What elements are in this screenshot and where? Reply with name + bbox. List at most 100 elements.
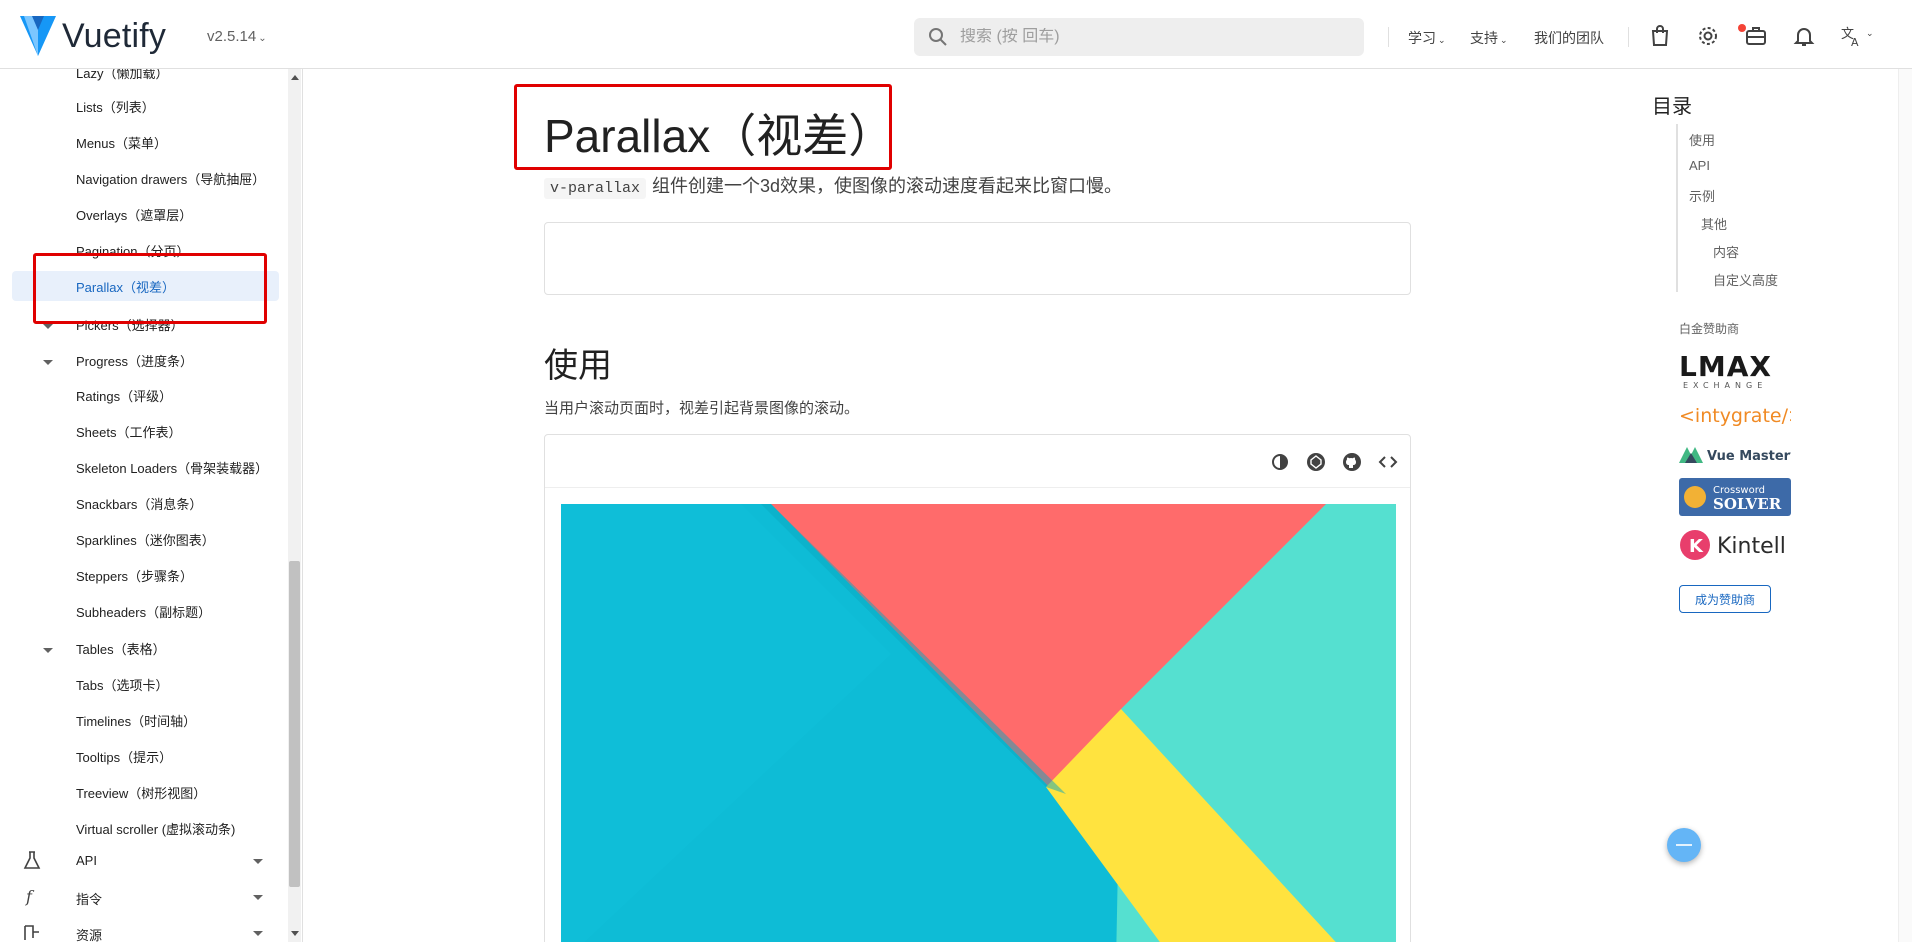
toc-item-usage[interactable]: 使用 (1689, 130, 1715, 149)
toc-item-api[interactable]: API (1689, 158, 1710, 173)
search-icon (929, 28, 947, 46)
page-description: v-parallax 组件创建一个3d效果，使图像的滚动速度看起来比窗口慢。 (544, 172, 1123, 199)
sidebar-item-lists[interactable]: Lists（列表） (76, 97, 155, 116)
sidebar-item-lazy[interactable]: Lazy（懒加载） (76, 69, 168, 82)
nav-team-label: 我们的团队 (1534, 30, 1604, 46)
sidebar-item-overlays[interactable]: Overlays（遮罩层） (76, 205, 192, 224)
svg-text:f: f (25, 887, 35, 906)
fab-icon (1676, 844, 1692, 846)
scroll-up-arrow-icon[interactable] (291, 75, 299, 80)
svg-text:A: A (1851, 36, 1859, 48)
caret-down-icon[interactable] (43, 324, 53, 329)
intygrate-logo: <intygrate/> (1679, 405, 1804, 427)
chevron-down-icon: ⌄ (258, 33, 267, 44)
chevron-down-icon[interactable]: ⌄ (1866, 28, 1874, 39)
sidebar-item-ratings[interactable]: Ratings（评级） (76, 386, 172, 405)
invert-colors-icon[interactable] (1269, 451, 1291, 473)
become-sponsor-button[interactable]: 成为赞助商 (1679, 585, 1771, 613)
sidebar-item-steppers[interactable]: Steppers（步骤条） (76, 566, 193, 585)
svg-text:K: K (1689, 536, 1704, 557)
divider (1388, 27, 1389, 47)
codepen-icon[interactable] (1305, 451, 1327, 473)
solver-logo-text: SOLVER (1713, 495, 1782, 513)
sidebar-item-progress[interactable]: Progress（进度条） (76, 351, 193, 370)
intygrate-logo-text: <intygrate/> (1679, 405, 1791, 427)
shopping-bag-icon[interactable] (1648, 24, 1672, 48)
sponsor-vue-mastery[interactable]: Vue Mastery (1679, 443, 1799, 472)
sidebar-item-snackbars[interactable]: Snackbars（消息条） (76, 494, 202, 513)
jobs-icon[interactable] (1744, 24, 1768, 48)
annotation-box-sidebar (33, 253, 267, 324)
gear-icon[interactable] (1696, 24, 1720, 48)
translate-icon[interactable]: 文 A (1840, 24, 1864, 48)
parallax-image (561, 504, 1396, 942)
nav-learn-label: 学习 (1408, 30, 1436, 46)
sidebar-item-subheaders[interactable]: Subheaders（副标题） (76, 602, 211, 621)
sidebar-item-sparklines[interactable]: Sparklines（迷你图表） (76, 530, 215, 549)
page-scrollbar[interactable] (1898, 69, 1912, 942)
resources-icon (24, 925, 39, 940)
vuetify-logo[interactable]: Vuetify (20, 14, 166, 58)
sponsor-crossword-solver[interactable]: Crossword SOLVER (1679, 478, 1791, 521)
sponsor-intygrate[interactable]: <intygrate/> (1679, 403, 1804, 434)
scroll-down-arrow-icon[interactable] (291, 931, 299, 936)
github-icon[interactable] (1341, 451, 1363, 473)
caret-down-icon[interactable] (253, 895, 263, 900)
search-bar[interactable] (914, 18, 1364, 56)
sidebar-item-treeview[interactable]: Treeview（树形视图） (76, 783, 206, 802)
version-selector[interactable]: v2.5.14 ⌄ (207, 28, 267, 45)
brand-name: Vuetify (62, 16, 167, 55)
search-input[interactable] (960, 28, 1340, 46)
sidebar-group-resources[interactable]: 资源 (76, 925, 102, 942)
nav-support[interactable]: 支持 ⌄ (1470, 28, 1508, 48)
toc-item-misc[interactable]: 其他 (1701, 214, 1727, 233)
caret-down-icon[interactable] (253, 931, 263, 936)
sponsor-kintell[interactable]: K Kintell (1679, 527, 1791, 568)
toc-item-content[interactable]: 内容 (1713, 242, 1739, 261)
nav-team[interactable]: 我们的团队 (1534, 28, 1604, 48)
chevron-down-icon: ⌄ (1438, 35, 1446, 45)
sponsor-lmax[interactable]: LMAX EXCHANGE (1679, 350, 1791, 395)
sidebar-item-tabs[interactable]: Tabs（选项卡） (76, 675, 168, 694)
sidebar-scroll-thumb[interactable] (289, 561, 300, 887)
component-code: v-parallax (544, 178, 647, 199)
sidebar-item-menus[interactable]: Menus（菜单） (76, 133, 167, 152)
toc-title: 目录 (1652, 96, 1692, 118)
sidebar-item-tables[interactable]: Tables（表格） (76, 639, 166, 658)
caret-down-icon[interactable] (253, 859, 263, 864)
sidebar-item-virtual-scroller[interactable]: Virtual scroller (虚拟滚动条) (76, 819, 235, 838)
nav-learn[interactable]: 学习 ⌄ (1408, 28, 1446, 48)
sidebar-item-tooltips[interactable]: Tooltips（提示） (76, 747, 172, 766)
code-icon[interactable] (1377, 451, 1399, 473)
notification-dot (1738, 24, 1746, 32)
lmax-logo: LMAX EXCHANGE (1679, 350, 1772, 390)
usage-text: 当用户滚动页面时，视差引起背景图像的滚动。 (544, 400, 860, 417)
example-toolbar (545, 435, 1410, 488)
floating-action-button[interactable] (1667, 828, 1701, 862)
version-label: v2.5.14 (207, 28, 257, 45)
nav-support-label: 支持 (1470, 30, 1498, 46)
sidebar-item-navigation-drawers[interactable]: Navigation drawers（导航抽屉） (76, 169, 265, 188)
flask-icon (23, 851, 41, 869)
toc-item-examples[interactable]: 示例 (1689, 186, 1715, 205)
toc-item-custom-height[interactable]: 自定义高度 (1713, 270, 1778, 289)
kintell-logo-text: Kintell (1717, 534, 1786, 559)
sidebar-item-timelines[interactable]: Timelines（时间轴） (76, 711, 196, 730)
lmax-logo-subtext: EXCHANGE (1683, 381, 1767, 390)
bell-icon[interactable] (1792, 24, 1816, 48)
description-text: 组件创建一个3d效果，使图像的滚动速度看起来比窗口慢。 (652, 176, 1123, 196)
sponsor-label: 白金赞助商 (1679, 322, 1740, 336)
caret-down-icon[interactable] (43, 360, 53, 365)
annotation-box-title (514, 84, 892, 170)
sidebar-item-skeleton-loaders[interactable]: Skeleton Loaders（骨架装载器） (76, 458, 268, 477)
caret-down-icon[interactable] (43, 648, 53, 653)
toc-rail (1676, 124, 1678, 292)
sidebar-item-sheets[interactable]: Sheets（工作表） (76, 422, 181, 441)
kintell-logo: K Kintell (1680, 530, 1786, 560)
lmax-logo-text: LMAX (1679, 350, 1772, 383)
sidebar-group-directives[interactable]: 指令 (76, 889, 102, 908)
app-bar: Vuetify v2.5.14⌄ 学习⌄ 支持⌄ 我们的团队 (0, 0, 1912, 69)
vue-mastery-logo-text: Vue Mastery (1707, 449, 1791, 464)
sidebar-group-api[interactable]: API (76, 853, 97, 868)
example-card (544, 434, 1411, 942)
